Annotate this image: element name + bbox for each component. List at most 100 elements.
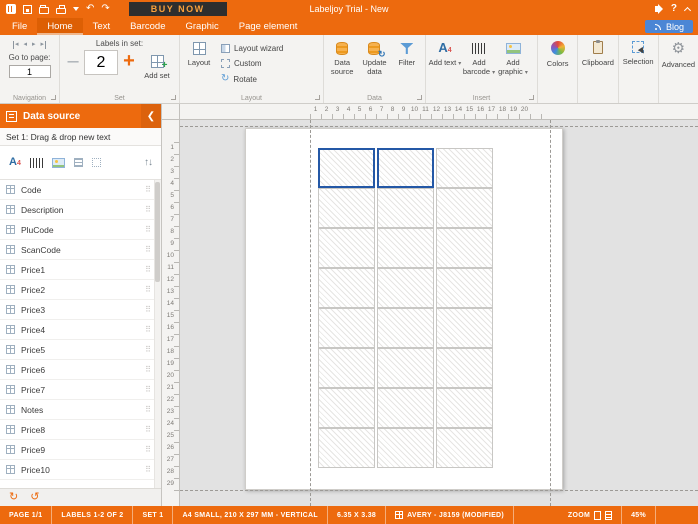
field-item[interactable]: Price6 ⠿ xyxy=(0,360,161,380)
label-cell[interactable] xyxy=(377,388,434,428)
clipboard-button[interactable]: Clipboard xyxy=(578,35,619,103)
collapse-panel-icon[interactable]: ❮ xyxy=(141,104,161,128)
drag-handle-icon[interactable]: ⠿ xyxy=(145,345,151,354)
dialog-launcher-icon[interactable] xyxy=(315,95,320,100)
field-item[interactable]: Notes ⠿ xyxy=(0,400,161,420)
label-cell[interactable] xyxy=(436,228,493,268)
add-set-button[interactable]: + Add set xyxy=(140,50,174,81)
label-cell[interactable] xyxy=(436,308,493,348)
collapse-ribbon-icon[interactable] xyxy=(683,6,692,15)
colors-button[interactable]: Colors xyxy=(538,35,579,103)
sort-fields-icon[interactable]: ↑↓ xyxy=(144,157,153,168)
tab-barcode[interactable]: Barcode xyxy=(120,18,175,35)
field-item[interactable]: Price1 ⠿ xyxy=(0,260,161,280)
label-cell[interactable] xyxy=(318,308,375,348)
layout-wizard-button[interactable]: Layout wizard xyxy=(218,43,286,54)
zoom-fit-page-icon[interactable] xyxy=(594,510,602,520)
field-item[interactable]: Price10 ⠿ xyxy=(0,460,161,480)
redo-icon[interactable]: ↷ xyxy=(101,0,109,18)
announcement-icon[interactable] xyxy=(654,4,663,14)
label-cell[interactable] xyxy=(377,268,434,308)
field-item[interactable]: Price7 ⠿ xyxy=(0,380,161,400)
decrease-set-button[interactable]: – xyxy=(65,50,81,72)
drag-handle-icon[interactable]: ⠿ xyxy=(145,425,151,434)
drag-handle-icon[interactable]: ⠿ xyxy=(145,205,151,214)
drag-handle-icon[interactable]: ⠿ xyxy=(145,225,151,234)
last-page-icon[interactable]: ▸ xyxy=(41,41,47,49)
drag-handle-icon[interactable]: ⠿ xyxy=(145,405,151,414)
label-cell[interactable] xyxy=(436,388,493,428)
label-cell[interactable] xyxy=(318,268,375,308)
add-graphic-field-icon[interactable] xyxy=(51,157,65,168)
status-labels[interactable]: LABELS 1-2 OF 2 xyxy=(52,506,134,524)
add-text-field-icon[interactable]: A4 xyxy=(9,156,21,170)
field-item[interactable]: Code ⠿ xyxy=(0,180,161,200)
counter-field-icon[interactable] xyxy=(91,158,101,167)
layout-button[interactable]: Layout xyxy=(182,37,216,92)
drag-handle-icon[interactable]: ⠿ xyxy=(145,465,151,474)
zoom-fit-width-icon[interactable] xyxy=(605,510,613,520)
next-page-icon[interactable]: ▸ xyxy=(32,41,36,49)
label-cell[interactable] xyxy=(377,428,434,468)
help-icon[interactable]: ? xyxy=(671,0,677,18)
data-source-button[interactable]: Data source xyxy=(326,37,358,92)
drag-handle-icon[interactable]: ⠿ xyxy=(145,265,151,274)
open-icon[interactable] xyxy=(39,4,49,14)
custom-layout-button[interactable]: Custom xyxy=(218,58,286,69)
tab-file[interactable]: File xyxy=(2,18,37,35)
label-cell-selected[interactable] xyxy=(318,148,375,188)
drag-handle-icon[interactable]: ⠿ xyxy=(145,185,151,194)
tab-graphic[interactable]: Graphic xyxy=(175,18,228,35)
field-item[interactable]: Price3 ⠿ xyxy=(0,300,161,320)
blog-button[interactable]: Blog xyxy=(644,20,693,33)
drag-handle-icon[interactable]: ⠿ xyxy=(145,365,151,374)
label-cell[interactable] xyxy=(436,428,493,468)
add-barcode-button[interactable]: Add barcode ▾ xyxy=(462,37,496,92)
add-text-button[interactable]: A4 Add text ▾ xyxy=(428,37,462,92)
field-item[interactable]: Price8 ⠿ xyxy=(0,420,161,440)
label-cell[interactable] xyxy=(436,148,493,188)
status-size[interactable]: 6.35 X 3.38 xyxy=(328,506,387,524)
add-graphic-button[interactable]: Add graphic ▾ xyxy=(496,37,530,92)
drag-handle-icon[interactable]: ⠿ xyxy=(145,385,151,394)
status-zoom-value[interactable]: 45% xyxy=(622,506,656,524)
dialog-launcher-icon[interactable] xyxy=(417,95,422,100)
print-icon[interactable] xyxy=(56,4,66,14)
dialog-launcher-icon[interactable] xyxy=(529,95,534,100)
drag-handle-icon[interactable]: ⠿ xyxy=(145,285,151,294)
status-template[interactable]: AVERY - J8159 (MODIFIED) xyxy=(386,506,515,524)
status-zoom[interactable]: ZOOM xyxy=(559,506,623,524)
field-item[interactable]: PluCode ⠿ xyxy=(0,220,161,240)
add-barcode-field-icon[interactable] xyxy=(29,157,43,168)
label-cell[interactable] xyxy=(318,428,375,468)
field-item[interactable]: Price4 ⠿ xyxy=(0,320,161,340)
refresh-icon[interactable]: ↻ xyxy=(9,492,18,503)
dialog-launcher-icon[interactable] xyxy=(171,95,176,100)
filter-button[interactable]: Filter xyxy=(391,37,423,92)
field-list-scrollbar[interactable] xyxy=(154,180,161,488)
buy-now-button[interactable]: BUY NOW xyxy=(128,2,227,16)
status-set[interactable]: SET 1 xyxy=(133,506,174,524)
tab-home[interactable]: Home xyxy=(37,18,83,35)
label-cell[interactable] xyxy=(377,188,434,228)
reload-icon[interactable]: ↺ xyxy=(30,492,39,503)
selection-button[interactable]: Selection xyxy=(619,35,659,103)
save-icon[interactable] xyxy=(23,4,32,14)
field-item[interactable]: Price9 ⠿ xyxy=(0,440,161,460)
label-cell[interactable] xyxy=(318,228,375,268)
label-cell[interactable] xyxy=(318,388,375,428)
field-item[interactable]: ScanCode ⠿ xyxy=(0,240,161,260)
advanced-button[interactable]: ⚙ Advanced xyxy=(659,35,698,103)
field-item[interactable]: Price2 ⠿ xyxy=(0,280,161,300)
tab-text[interactable]: Text xyxy=(83,18,120,35)
labels-in-set-input[interactable] xyxy=(84,50,118,75)
quick-access-caret-icon[interactable] xyxy=(73,7,79,11)
tab-page-element[interactable]: Page element xyxy=(229,18,308,35)
field-item[interactable]: Price5 ⠿ xyxy=(0,340,161,360)
status-page[interactable]: PAGE 1/1 xyxy=(0,506,53,524)
label-cell[interactable] xyxy=(318,188,375,228)
label-cell-selected[interactable] xyxy=(377,148,434,188)
label-cell[interactable] xyxy=(318,348,375,388)
drag-handle-icon[interactable]: ⠿ xyxy=(145,325,151,334)
drag-handle-icon[interactable]: ⠿ xyxy=(145,305,151,314)
